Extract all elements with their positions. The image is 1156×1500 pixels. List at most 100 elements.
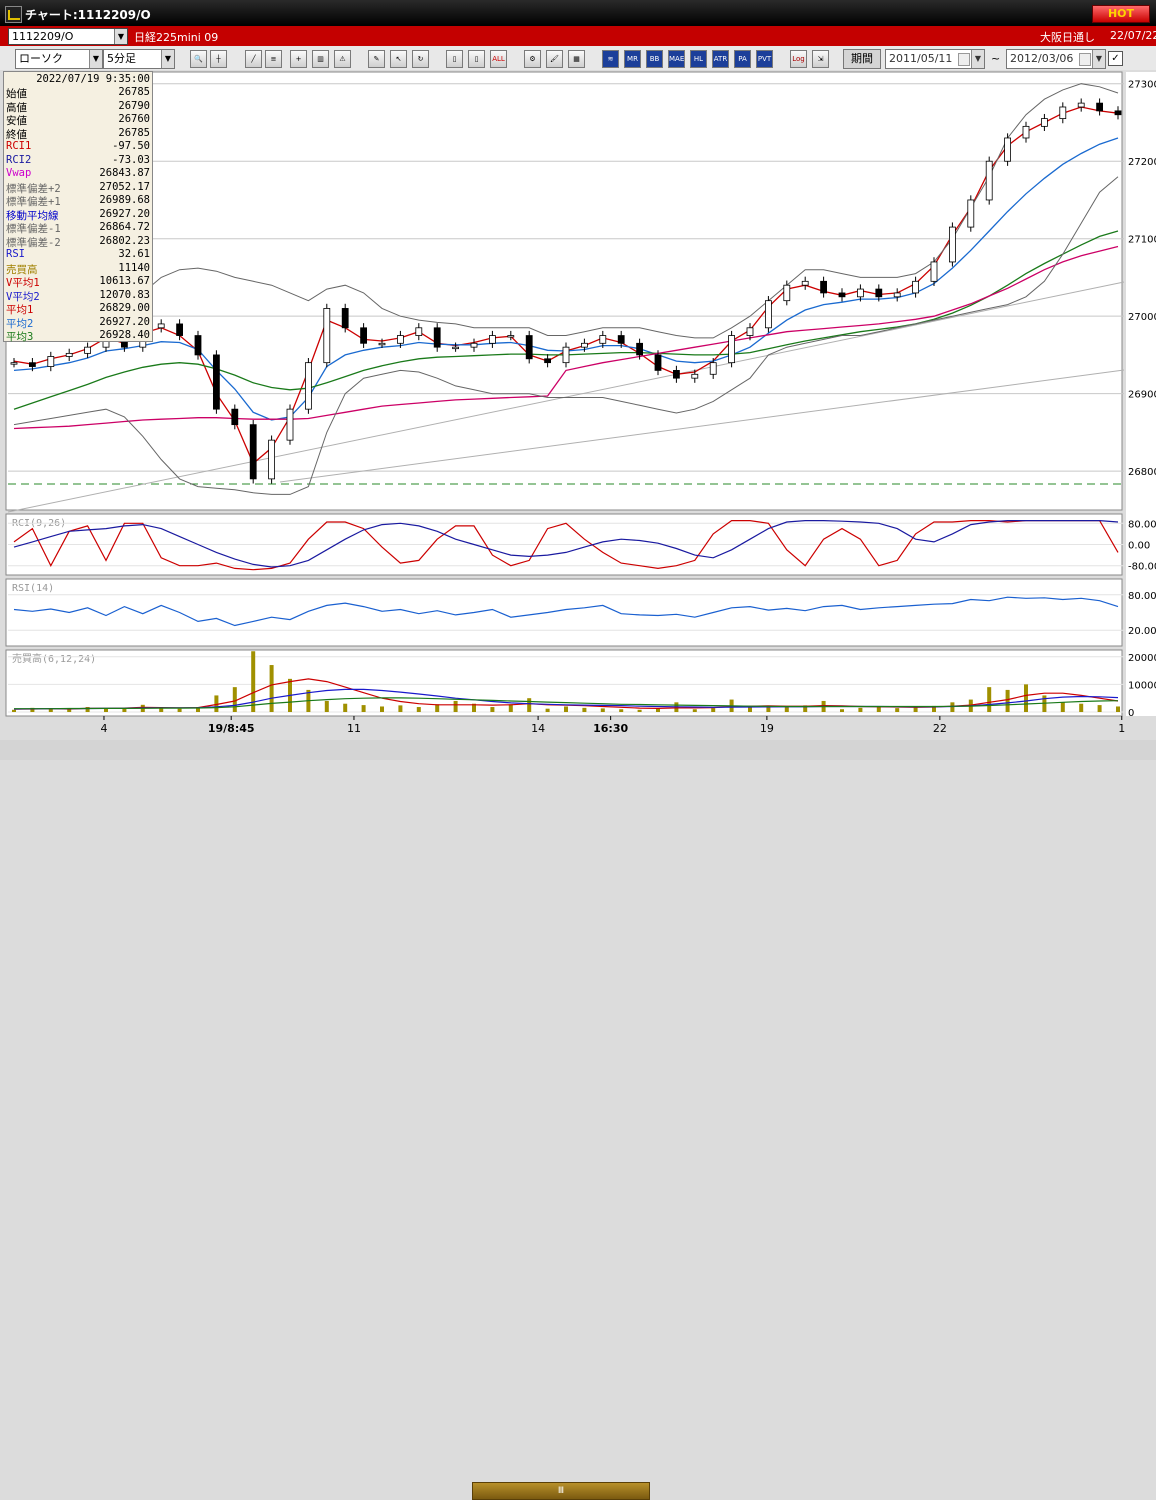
info-row: V平均1 10613.67 [6,275,150,289]
volume-bar [711,708,716,712]
candle-body [875,288,883,298]
pen-icon[interactable]: ✎ [368,50,385,68]
panel-title: RSI(14) [12,583,54,594]
chevron-down-icon[interactable]: ▼ [1092,50,1105,68]
volume-bar [380,706,384,712]
candle-body [949,226,956,263]
candle-body [654,354,662,371]
chart-type-select[interactable]: ローソク ▼ [15,49,103,69]
volume-bar [895,708,900,712]
info-label: 平均3 [6,331,34,343]
candle-body [783,284,791,302]
instrument-code-select[interactable]: 1112209/O ▼ [8,28,128,45]
date-to-field[interactable]: 2012/03/06 ▼ [1006,49,1106,69]
y-tick-label: 80.00 [1128,519,1156,530]
candle-body [286,408,294,441]
info-row: RSI 32.61 [6,248,150,261]
ohlc-info-panel: 2022/07/19 9:35:00 始値 26785 高値 26790 安値 26760… [3,71,153,343]
chevron-down-icon[interactable]: ▼ [971,50,984,68]
candle-body [1059,106,1067,120]
candle-body [801,280,809,286]
info-value: 26790 [118,99,150,112]
hl-button[interactable]: HL [690,50,707,68]
brush-icon[interactable]: 🖌 [546,50,563,68]
chevron-down-icon[interactable]: ▼ [89,50,102,68]
candle-body [930,261,938,282]
x-tick-label: 14 [531,722,545,735]
candle-body [617,335,625,344]
bb-button[interactable]: BB [646,50,663,68]
mr-button[interactable]: MR [624,50,641,68]
volume-bar [416,707,421,712]
line-tool-icon[interactable]: ╱ [245,50,262,68]
warning-icon[interactable]: ⚠ [334,50,351,68]
volume-bar [748,707,752,712]
export-icon[interactable]: ⇲ [812,50,829,68]
calendar-icon[interactable] [1079,53,1091,66]
gear-icon[interactable]: ⚙ [524,50,541,68]
hot-button[interactable]: HOT [1092,5,1150,23]
info-row: 平均3 26928.40 [6,329,150,343]
hlines-icon[interactable]: ≡ [265,50,282,68]
instrument-bar: 1112209/O ▼ 日経225mini 09 大阪日通し 22/07/22 [0,26,1156,46]
volume-bar [435,704,440,712]
candle-body [857,288,864,298]
info-value: 32.61 [118,248,150,260]
ma-icon[interactable]: ≋ [602,50,619,68]
arrow-icon[interactable]: ↖ [390,50,407,68]
x-tick-label: 19 [760,722,774,735]
pa-button[interactable]: PA [734,50,751,68]
mae-button[interactable]: MAE [668,50,685,68]
candle-body [65,352,73,357]
atr-button[interactable]: ATR [712,50,729,68]
all-button[interactable]: ALL [490,50,507,68]
info-label: RCI1 [6,140,32,152]
volume-bar [104,708,108,712]
instrument-code: 1112209/O [12,30,74,43]
candle-body [84,346,91,354]
plus-icon[interactable]: + [290,50,307,68]
chevron-down-icon[interactable]: ▼ [161,50,174,68]
info-value: 26760 [118,113,150,125]
candle-body [433,327,441,348]
info-value: 26927.20 [99,315,150,328]
candle-body [1077,102,1085,108]
bars-icon[interactable]: ▥ [312,50,329,68]
log-button[interactable]: Log [790,50,807,68]
calendar-icon[interactable] [958,53,970,66]
bar-left-icon[interactable]: ▯ [446,50,463,68]
palette-icon[interactable]: ▦ [568,50,585,68]
info-value: 26927.20 [99,207,150,220]
candle-body [323,308,331,364]
zoom-icon[interactable]: 🔍 [190,50,207,68]
info-row: 始値 26785 [6,86,150,100]
y-tick-label: -80.00 [1128,562,1156,573]
candle-body [1041,118,1048,127]
pvt-button[interactable]: PVT [756,50,773,68]
period-button[interactable]: 期間 [843,49,881,69]
volume-bar [177,708,182,712]
info-row: Vwap 26843.87 [6,167,150,180]
candle-body [673,370,680,379]
interval-select[interactable]: 5分足 ▼ [103,49,175,69]
date-from-field[interactable]: 2011/05/11 ▼ [885,49,985,69]
y-tick-label: 20.00 [1128,626,1156,637]
cursor-icon[interactable]: ┼ [210,50,227,68]
info-label: Vwap [6,167,32,179]
chart-app-icon [5,6,22,23]
chart-area[interactable]: 273002720027100270002690026800RCI(9,26)8… [0,70,1156,740]
rotate-icon[interactable]: ↻ [412,50,429,68]
period-checkbox[interactable]: ✓ [1108,51,1123,66]
bar-right-icon[interactable]: ▯ [468,50,485,68]
horizontal-scrollbar[interactable]: Ⅲ [0,740,1156,1500]
info-value: 26785 [118,86,150,98]
scrollbar-thumb[interactable]: Ⅲ [472,1482,650,1500]
info-value: -73.03 [112,153,150,166]
instrument-name: 日経225mini 09 [134,31,219,44]
x-tick-label: 22 [933,722,947,735]
y-tick-label: 27000 [1128,312,1156,323]
candle-body [268,439,276,480]
info-value: -97.50 [112,140,150,152]
info-row: 移動平均線 26927.20 [6,207,150,222]
chevron-down-icon[interactable]: ▼ [114,29,127,44]
